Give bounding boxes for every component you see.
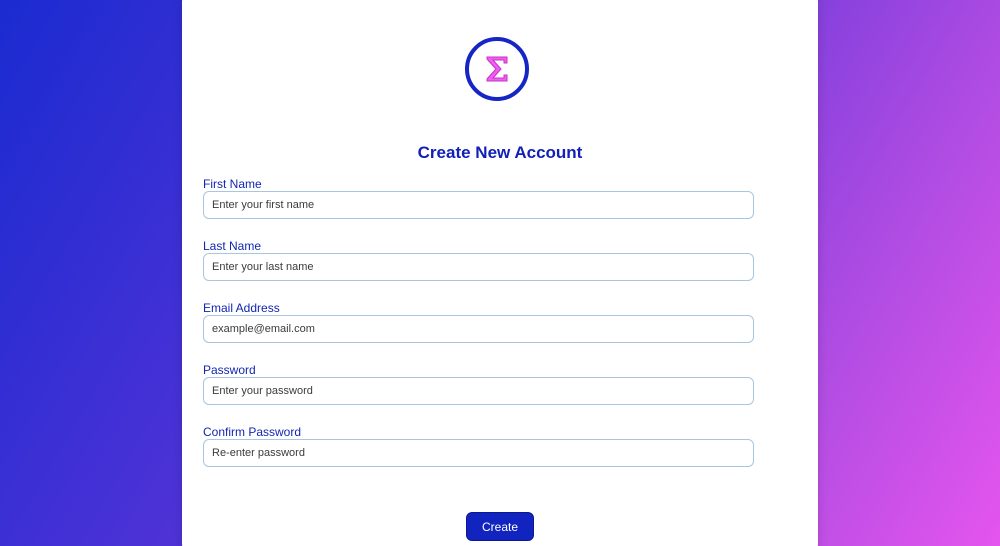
first-name-input[interactable]: [203, 191, 754, 219]
email-input[interactable]: [203, 315, 754, 343]
confirm-password-group: Confirm Password: [203, 425, 754, 467]
first-name-group: First Name: [203, 177, 754, 219]
signup-card: Create New Account First Name Last Name …: [182, 0, 818, 546]
email-label: Email Address: [203, 301, 280, 315]
confirm-password-input[interactable]: [203, 439, 754, 467]
page-title: Create New Account: [417, 143, 583, 162]
confirm-password-label: Confirm Password: [203, 425, 302, 439]
password-input[interactable]: [203, 377, 754, 405]
last-name-input[interactable]: [203, 253, 754, 281]
sigma-glyph: [486, 56, 508, 82]
password-group: Password: [203, 363, 754, 405]
create-button[interactable]: Create: [466, 512, 534, 541]
first-name-label: First Name: [203, 177, 262, 191]
email-group: Email Address: [203, 301, 754, 343]
last-name-group: Last Name: [203, 239, 754, 281]
sigma-logo-icon: [465, 37, 529, 101]
password-label: Password: [203, 363, 256, 377]
last-name-label: Last Name: [203, 239, 262, 253]
